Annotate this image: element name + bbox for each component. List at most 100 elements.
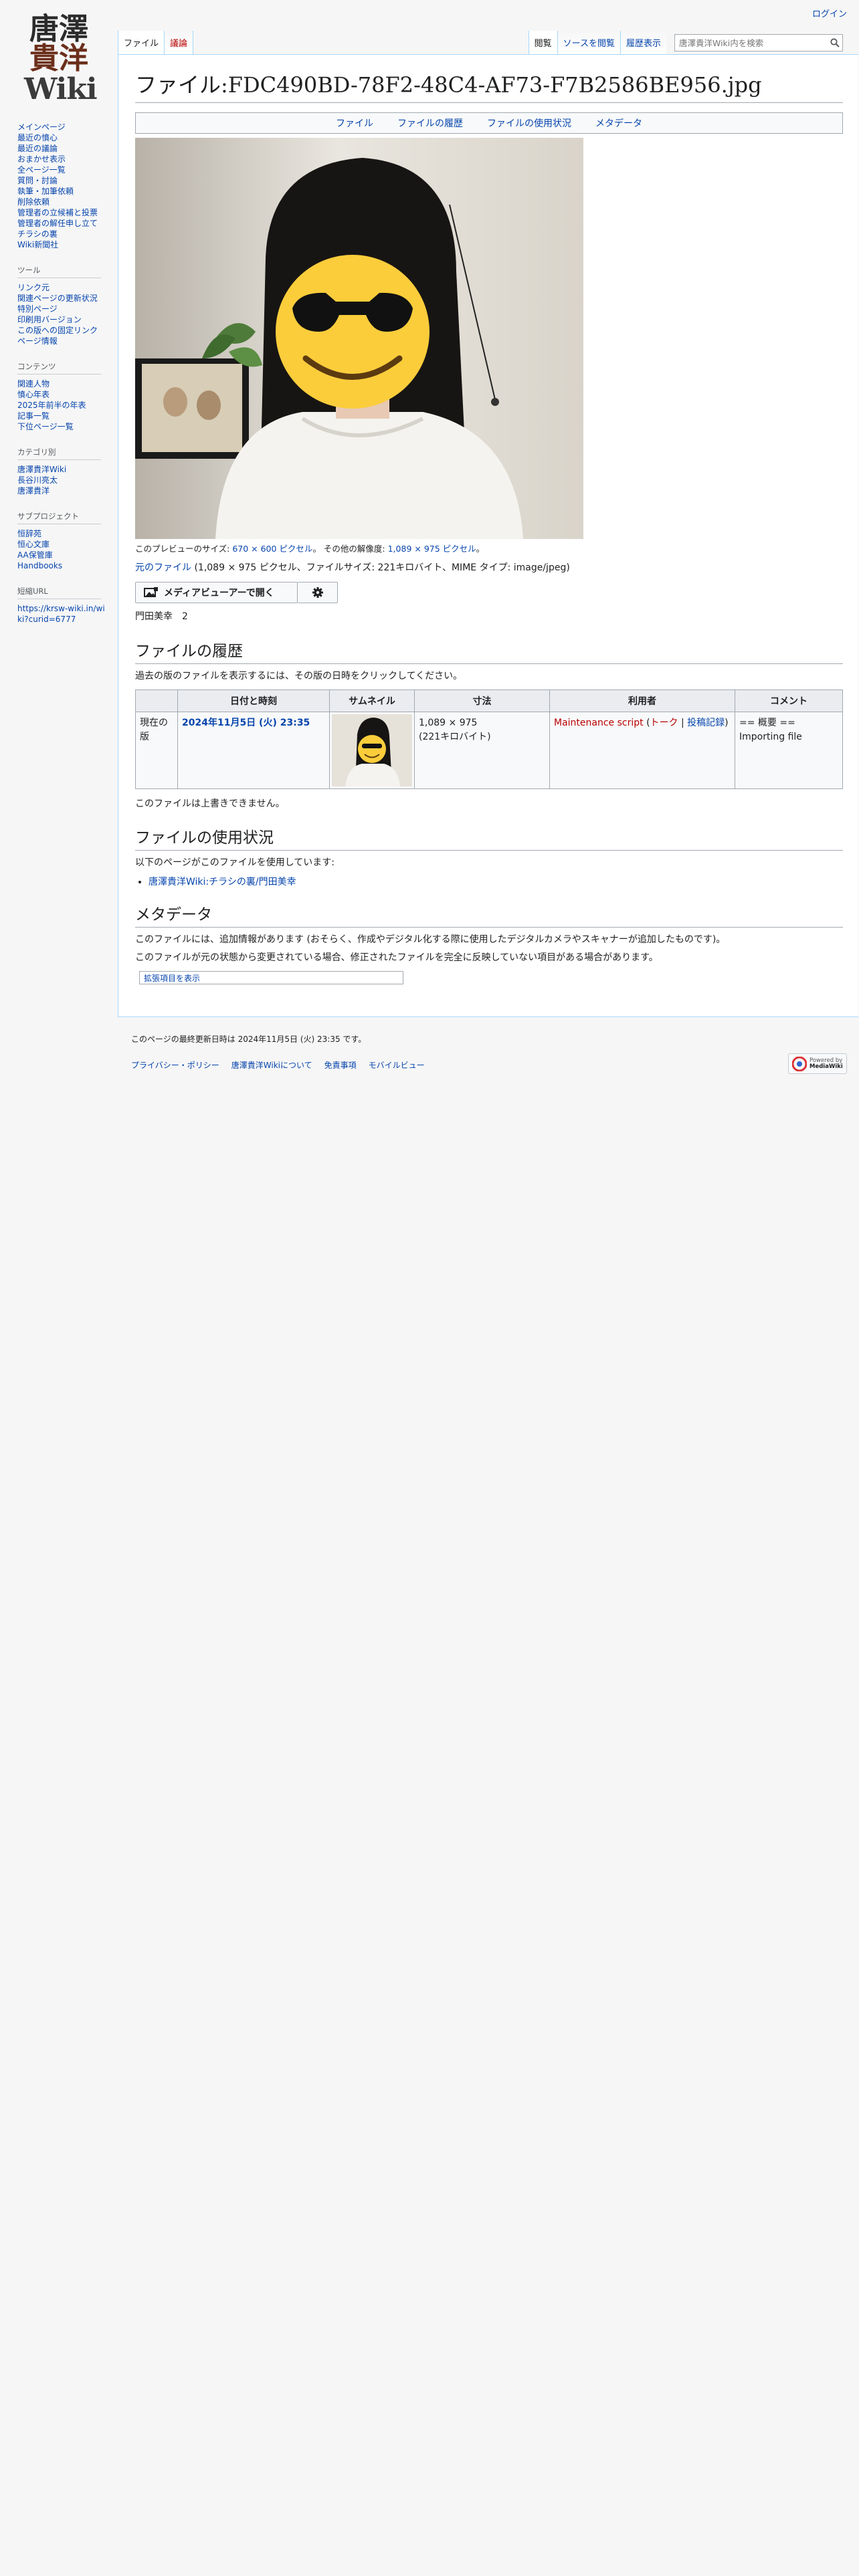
sidebar-category-item-1[interactable]: 長谷川亮太 bbox=[17, 475, 58, 485]
sidebar-tools-item-2[interactable]: 特別ページ bbox=[17, 304, 58, 314]
sidebar-contents-item-2[interactable]: 2025年前半の年表 bbox=[17, 401, 86, 410]
logo-wiki: Wiki bbox=[24, 72, 98, 106]
metadata-heading: メタデータ bbox=[135, 905, 843, 928]
usage-list: 唐澤貴洋Wiki:チラシの裏/門田美幸 bbox=[149, 875, 843, 888]
sidebar-tools-item-0[interactable]: リンク元 bbox=[17, 283, 50, 292]
sidebar-contents-item-0[interactable]: 関連人物 bbox=[17, 379, 50, 389]
sidebar-navigation: メインページ 最近の憤心最近の議論 おまかせ表示 全ページ一覧 質問・討論執筆・加筆依頼… bbox=[17, 122, 108, 250]
sidebar-nav-item-10[interactable]: チラシの裏 bbox=[17, 229, 58, 239]
filetoc-history[interactable]: ファイルの履歴 bbox=[397, 116, 463, 130]
preview-size-label: このプレビューのサイズ: bbox=[135, 543, 233, 554]
history-status: 現在の版 bbox=[135, 711, 178, 789]
sidebar-nav-item-2[interactable]: 最近の議論 bbox=[17, 144, 58, 153]
filetoc-file[interactable]: ファイル bbox=[336, 116, 373, 130]
history-datetime-link[interactable]: 2024年11月5日 (火) 23:35 bbox=[182, 718, 310, 728]
powered-by-mediawiki-badge[interactable]: Powered by MediaWiki bbox=[788, 1053, 847, 1074]
sidebar-tools-item-4[interactable]: この版への固定リンク bbox=[17, 326, 98, 335]
file-preview-image[interactable] bbox=[135, 137, 583, 539]
login-link[interactable]: ログイン bbox=[812, 9, 847, 19]
sidebar-tools-item-5[interactable]: ページ情報 bbox=[17, 336, 58, 346]
sidebar-shorturl: 短縮URL https://krsw-wiki.in/wiki?curid=67… bbox=[17, 586, 108, 625]
media-viewer-settings-button[interactable] bbox=[298, 582, 338, 604]
footer-lastmod: このページの最終更新日時は 2024年11月5日 (火) 23:35 です。 bbox=[131, 1035, 367, 1044]
sidebar-nav-item-1[interactable]: 最近の憤心 bbox=[17, 133, 58, 142]
metadata-paragraph-1: このファイルには、追加情報があります (おそらく、作成やデジタル化する際に使用し… bbox=[135, 934, 726, 945]
mediawiki-logo-icon bbox=[792, 1056, 807, 1071]
original-file-link[interactable]: 元のファイル bbox=[135, 562, 191, 573]
sidebar-nav-item-3[interactable]: おまかせ表示 bbox=[17, 154, 66, 164]
sidebar-nav-item-8[interactable]: 管理者の立候補と投票 bbox=[17, 208, 98, 217]
sidebar-tools: ツール リンク元 関連ページの更新状況 特別ページ 印刷用バージョン この版への固定リン… bbox=[17, 265, 108, 346]
view-tabs: 閲覧 ソースを閲覧 履歴表示 bbox=[528, 31, 843, 54]
filetoc-usage[interactable]: ファイルの使用状況 bbox=[487, 116, 571, 130]
tab-view-source[interactable]: ソースを閲覧 bbox=[557, 31, 620, 54]
history-user-talk-link[interactable]: トーク bbox=[650, 718, 678, 728]
footer-privacy-link[interactable]: プライバシー・ポリシー bbox=[131, 1061, 219, 1070]
metadata-paragraph-2: このファイルが元の状態から変更されている場合、修正されたファイルを完全に反映して… bbox=[135, 952, 658, 964]
history-comment-line2: Importing file bbox=[739, 732, 802, 743]
sidebar-tools-item-3[interactable]: 印刷用バージョン bbox=[17, 315, 82, 324]
list-item: おまかせ表示 bbox=[17, 154, 108, 165]
sidebar-nav-item-7[interactable]: 削除依頼 bbox=[17, 197, 50, 207]
tab-file[interactable]: ファイル bbox=[118, 31, 165, 54]
open-media-viewer-button[interactable]: メディアビューアーで開く bbox=[135, 582, 298, 604]
site-logo[interactable]: 唐澤 貴洋 Wiki bbox=[17, 11, 98, 107]
sidebar-nav-item-6[interactable]: 執筆・加筆依頼 bbox=[17, 187, 74, 196]
sidebar-subprojects: サブプロジェクト 恒辞苑恒心文庫 AA保管庫 Handbooks bbox=[17, 511, 108, 571]
sidebar-subproject-item-2[interactable]: AA保管庫 bbox=[17, 550, 53, 560]
footer-disclaimer-link[interactable]: 免責事項 bbox=[324, 1061, 357, 1070]
logo-line1: 唐澤 bbox=[29, 12, 88, 46]
col-header-user: 利用者 bbox=[549, 689, 735, 712]
sidebar-contents-item-1[interactable]: 憤心年表 bbox=[17, 390, 50, 399]
list-item: 最近の憤心 bbox=[17, 132, 108, 143]
tab-talk[interactable]: 議論 bbox=[164, 31, 194, 54]
sidebar-contents: コンテンツ 関連人物 憤心年表 2025年前半の年表 記事一覧 下位ページ一覧 bbox=[17, 361, 108, 432]
sidebar: メインページ 最近の憤心最近の議論 おまかせ表示 全ページ一覧 質問・討論執筆・加筆依頼… bbox=[17, 122, 108, 639]
sidebar-nav-item-4[interactable]: 全ページ一覧 bbox=[17, 165, 66, 175]
tab-history[interactable]: 履歴表示 bbox=[619, 31, 666, 54]
file-history-table: 日付と時刻 サムネイル 寸法 利用者 コメント 現在の版 2024年11月5日 … bbox=[135, 689, 843, 789]
col-header-datetime: 日付と時刻 bbox=[177, 689, 330, 712]
sidebar-nav-item-0[interactable]: メインページ bbox=[17, 122, 66, 132]
table-row: 現在の版 2024年11月5日 (火) 23:35 1,089 × 975 (2… bbox=[135, 711, 843, 789]
tab-read[interactable]: 閲覧 bbox=[528, 31, 557, 54]
list-item: 質問・討論 bbox=[17, 175, 108, 186]
sidebar-nav-item-9[interactable]: 管理者の解任申し立て bbox=[17, 219, 98, 228]
list-item: 執筆・加筆依頼 bbox=[17, 186, 108, 197]
sidebar-subproject-item-0[interactable]: 恒辞苑 bbox=[17, 529, 41, 538]
search-icon[interactable] bbox=[828, 35, 842, 50]
history-thumbnail[interactable] bbox=[332, 714, 412, 786]
col-header-thumbnail: サムネイル bbox=[329, 689, 415, 712]
metadata-expand-toggle[interactable]: 拡張項目を表示 bbox=[139, 971, 403, 985]
sidebar-subproject-item-3[interactable]: Handbooks bbox=[17, 561, 62, 570]
metadata-expand-link[interactable]: 拡張項目を表示 bbox=[144, 974, 200, 983]
history-user-contribs-link[interactable]: 投稿記録 bbox=[687, 718, 725, 728]
sidebar-subprojects-heading: サブプロジェクト bbox=[17, 511, 101, 524]
search-input[interactable] bbox=[675, 37, 828, 48]
original-file-line: 元のファイル (1,089 × 975 ピクセル、ファイルサイズ: 221キロバ… bbox=[135, 561, 843, 576]
filetoc-metadata[interactable]: メタデータ bbox=[595, 116, 642, 130]
sidebar-category-item-0[interactable]: 唐澤貴洋Wiki bbox=[17, 465, 66, 474]
sidebar-contents-item-4[interactable]: 下位ページ一覧 bbox=[17, 422, 74, 431]
preview-size-link[interactable]: 670 × 600 ピクセル bbox=[232, 544, 312, 554]
history-user-link[interactable]: Maintenance script bbox=[554, 718, 644, 728]
short-url-link[interactable]: https://krsw-wiki.in/wiki?curid=6777 bbox=[17, 604, 105, 624]
footer-mobile-view-link[interactable]: モバイルビュー bbox=[369, 1061, 425, 1070]
sidebar-tools-item-1[interactable]: 関連ページの更新状況 bbox=[17, 294, 98, 303]
footer-about-link[interactable]: 唐澤貴洋Wikiについて bbox=[231, 1061, 312, 1070]
usage-intro: 以下のページがこのファイルを使用しています: bbox=[135, 857, 335, 869]
list-item: 削除依頼 bbox=[17, 197, 108, 207]
list-item: 管理者の立候補と投票 bbox=[17, 207, 108, 218]
usage-link[interactable]: 唐澤貴洋Wiki:チラシの裏/門田美幸 bbox=[149, 877, 296, 887]
sidebar-subproject-item-1[interactable]: 恒心文庫 bbox=[17, 540, 50, 549]
personal-tools: ログイン bbox=[812, 7, 847, 19]
col-header-status bbox=[135, 689, 178, 712]
sidebar-contents-item-3[interactable]: 記事一覧 bbox=[17, 411, 50, 421]
other-res-link[interactable]: 1,089 × 975 ピクセル bbox=[388, 544, 476, 554]
list-item: 唐澤貴洋 bbox=[17, 486, 108, 496]
sidebar-nav-item-5[interactable]: 質問・討論 bbox=[17, 176, 58, 185]
sidebar-nav-item-11[interactable]: Wiki新聞社 bbox=[17, 240, 58, 249]
media-viewer-controls: メディアビューアーで開く bbox=[135, 582, 843, 604]
sidebar-category-item-2[interactable]: 唐澤貴洋 bbox=[17, 486, 50, 496]
original-file-info: (1,089 × 975 ピクセル、ファイルサイズ: 221キロバイト、MIME… bbox=[191, 562, 570, 573]
